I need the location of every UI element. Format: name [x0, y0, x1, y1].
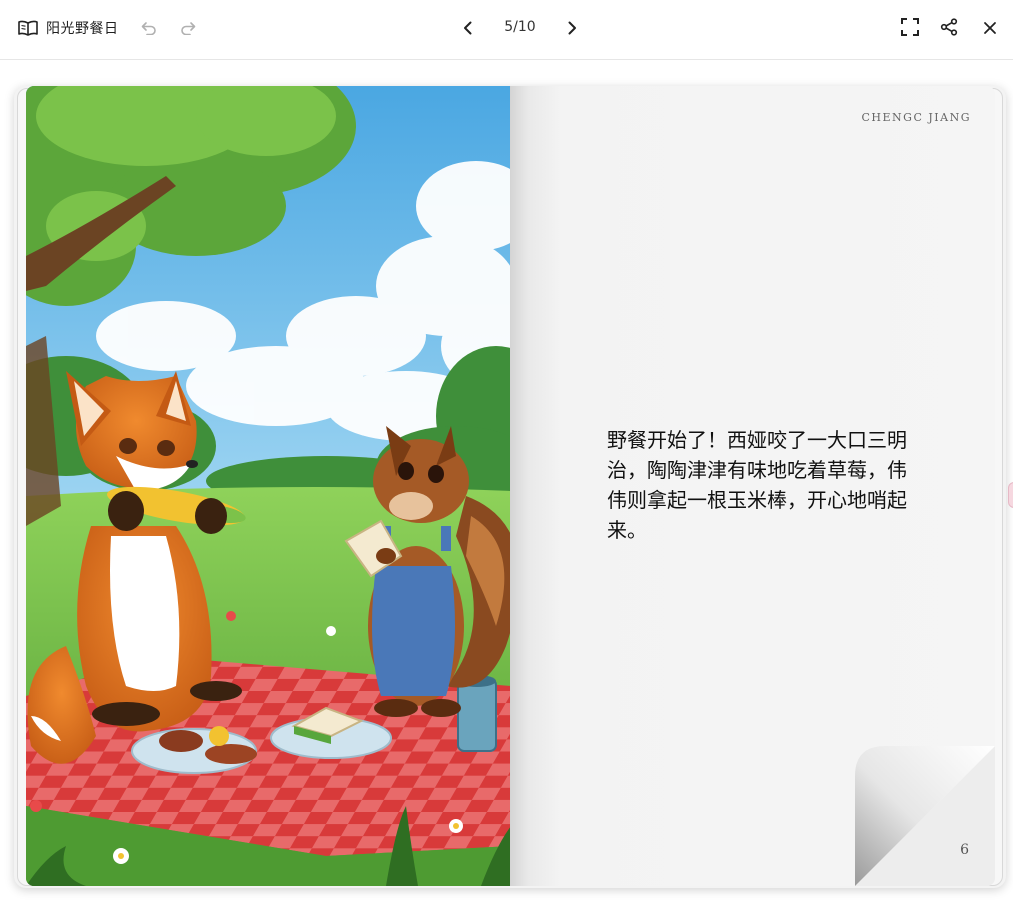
share-button[interactable] [936, 16, 962, 42]
chevron-left-icon [463, 20, 473, 39]
author-name: CHENGC JIANG [861, 111, 971, 124]
undo-icon [141, 20, 157, 39]
side-handle[interactable] [1008, 482, 1013, 508]
page-curl-corner[interactable] [855, 746, 995, 886]
share-icon [940, 18, 958, 40]
next-page-button[interactable] [560, 17, 584, 41]
top-toolbar: 阳光野餐日 5/10 [0, 0, 1013, 60]
undo-button[interactable] [138, 18, 160, 40]
book-title-group: 阳光野餐日 [18, 16, 119, 40]
fullscreen-icon [901, 18, 919, 40]
book-open-icon [18, 20, 38, 36]
chevron-right-icon [567, 20, 577, 39]
book-title: 阳光野餐日 [46, 21, 119, 37]
page-counter: 5/10 [504, 19, 536, 35]
close-icon [983, 20, 997, 39]
fox-and-squirrel-picnic-illustration [26, 86, 511, 886]
previous-page-button[interactable] [456, 17, 480, 41]
story-text: 野餐开始了！西娅咬了一大口三明治，陶陶津津有味地吃着草莓，伟伟则拿起一根玉米棒，… [607, 428, 907, 542]
page-number: 6 [960, 842, 969, 858]
fullscreen-button[interactable] [897, 16, 923, 42]
illustration-page [26, 86, 511, 886]
close-button[interactable] [977, 16, 1003, 42]
redo-button[interactable] [177, 18, 199, 40]
text-page: CHENGC JIANG 野餐开始了！西娅咬了一大口三明治，陶陶津津有味地吃着草… [510, 86, 995, 886]
redo-icon [180, 20, 196, 39]
